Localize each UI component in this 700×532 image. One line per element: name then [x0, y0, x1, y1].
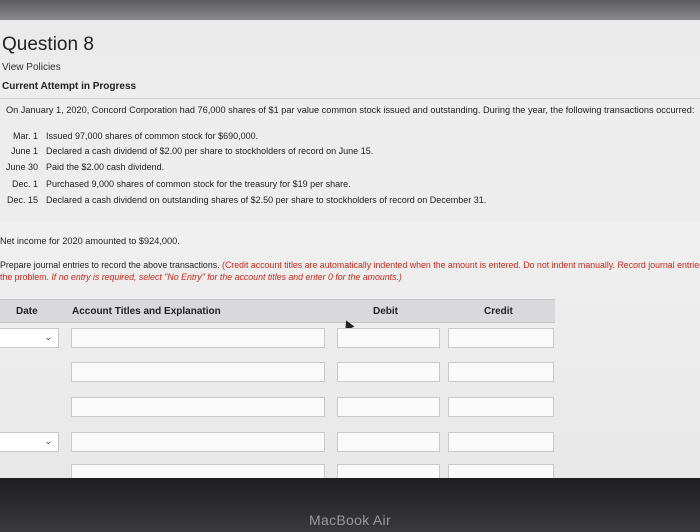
date-select[interactable]: ⌄ — [0, 432, 59, 452]
account-title-input[interactable] — [71, 328, 325, 348]
transaction-row: Dec. 15 Declared a cash dividend on outst… — [0, 195, 486, 205]
journal-row — [0, 460, 555, 478]
transaction-date: Dec. 1 — [11, 179, 38, 189]
attempt-status: Current Attempt in Progress — [2, 81, 137, 92]
credit-input[interactable] — [448, 464, 554, 478]
problem-intro: On January 1, 2020, Concord Corporation … — [6, 105, 695, 115]
device-brand-label: MacBook Air — [309, 512, 391, 528]
credit-input[interactable] — [448, 362, 554, 382]
date-select[interactable]: ⌄ — [0, 328, 59, 348]
col-credit: Credit — [484, 306, 513, 317]
net-income-text: Net income for 2020 amounted to $924,000… — [0, 236, 180, 246]
question-title: Question 8 — [2, 34, 94, 55]
transaction-text: Declared a cash dividend on outstanding … — [46, 195, 487, 205]
transaction-row: June 1 Declared a cash dividend of $2.00 … — [0, 146, 373, 156]
view-policies-link[interactable]: View Policies — [2, 62, 61, 73]
transaction-date: Mar. 1 — [12, 131, 38, 141]
account-title-input[interactable] — [71, 362, 325, 382]
instructions-no-entry-note: If no entry is required, select "No Entr… — [51, 272, 402, 282]
credit-input[interactable] — [448, 397, 554, 417]
instructions-main: Prepare journal entries to record the ab… — [0, 260, 220, 270]
account-title-input[interactable] — [71, 397, 325, 417]
instructions-note-cont: the problem. — [0, 272, 49, 282]
screen: Question 8 View Policies Current Attempt… — [0, 0, 700, 478]
instructions-note: (Credit account titles are automatically… — [222, 260, 700, 270]
transaction-row: Mar. 1 Issued 97,000 shares of common sto… — [0, 131, 258, 141]
journal-row — [0, 358, 555, 388]
transaction-text: Declared a cash dividend of $2.00 per sh… — [46, 146, 374, 156]
instructions: Prepare journal entries to record the ab… — [0, 259, 700, 283]
journal-row: ⌄ — [0, 324, 555, 354]
transaction-text: Purchased 9,000 shares of common stock f… — [46, 179, 351, 189]
transaction-date: June 1 — [10, 146, 38, 156]
credit-input[interactable] — [448, 328, 554, 348]
chevron-down-icon: ⌄ — [44, 332, 52, 342]
credit-input[interactable] — [448, 432, 554, 452]
account-title-input[interactable] — [71, 464, 325, 478]
transaction-date: June 30 — [5, 162, 38, 172]
journal-row — [0, 393, 555, 423]
debit-input[interactable] — [337, 362, 440, 382]
col-debit: Debit — [373, 306, 398, 317]
journal-row: ⌄ — [0, 428, 555, 458]
account-title-input[interactable] — [71, 432, 325, 452]
debit-input[interactable] — [337, 432, 440, 452]
transaction-text: Issued 97,000 shares of common stock for… — [46, 131, 259, 141]
transaction-row: June 30 Paid the $2.00 cash dividend. — [0, 162, 164, 172]
debit-input[interactable] — [337, 397, 440, 417]
browser-top-bar — [0, 0, 700, 20]
col-date: Date — [16, 306, 38, 317]
debit-input[interactable] — [337, 464, 440, 478]
debit-input[interactable] — [337, 328, 440, 348]
transaction-date: Dec. 15 — [6, 195, 38, 205]
chevron-down-icon: ⌄ — [44, 436, 52, 446]
transaction-row: Dec. 1 Purchased 9,000 shares of common s… — [0, 179, 351, 189]
journal-table-header: Date Account Titles and Explanation Debi… — [0, 299, 555, 323]
col-account: Account Titles and Explanation — [72, 306, 221, 317]
transaction-text: Paid the $2.00 cash dividend. — [46, 162, 165, 172]
